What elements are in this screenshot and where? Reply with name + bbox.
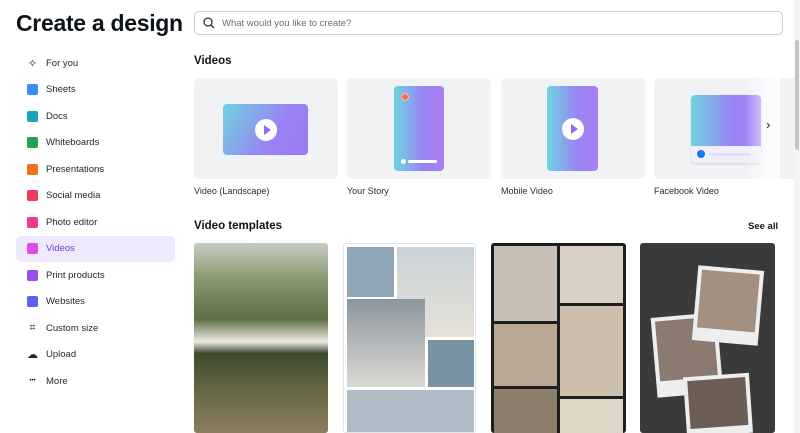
template-thumbnail[interactable] bbox=[343, 243, 476, 433]
sidebar-item-sheets[interactable]: Sheets bbox=[16, 77, 175, 104]
sidebar-item-label: Websites bbox=[46, 296, 85, 308]
video-templates-heading: Video templates bbox=[194, 220, 282, 232]
sidebar: ✧ For you Sheets Docs Whiteboards Presentatio… bbox=[16, 50, 175, 395]
crop-icon: ⌗ bbox=[29, 321, 36, 334]
card-label: Video (Landscape) bbox=[194, 186, 270, 196]
your-story-card[interactable] bbox=[347, 78, 491, 179]
search-placeholder: What would you like to create? bbox=[222, 17, 352, 29]
heart-icon bbox=[27, 190, 38, 202]
sidebar-item-social-media[interactable]: Social media bbox=[16, 183, 175, 210]
sidebar-item-label: Whiteboards bbox=[46, 137, 100, 149]
sidebar-item-custom-size[interactable]: ⌗ Custom size bbox=[16, 315, 175, 342]
search-icon bbox=[203, 17, 215, 29]
presentation-icon bbox=[27, 163, 38, 175]
sidebar-item-whiteboards[interactable]: Whiteboards bbox=[16, 130, 175, 157]
cloud-upload-icon: ☁ bbox=[27, 349, 38, 362]
template-thumbnail[interactable] bbox=[491, 243, 626, 433]
play-icon bbox=[561, 117, 584, 140]
chevron-right-icon[interactable]: › bbox=[766, 117, 770, 132]
sidebar-item-label: Presentations bbox=[46, 163, 105, 175]
more-icon: ••• bbox=[29, 378, 36, 385]
instagram-icon bbox=[401, 93, 409, 101]
sparkle-icon: ✧ bbox=[27, 57, 38, 70]
search-input[interactable]: What would you like to create? bbox=[194, 11, 783, 35]
sidebar-item-upload[interactable]: ☁ Upload bbox=[16, 342, 175, 369]
template-thumbnail[interactable] bbox=[194, 243, 328, 433]
whiteboard-icon bbox=[27, 137, 38, 149]
see-all-link[interactable]: See all bbox=[748, 221, 778, 232]
sidebar-item-label: Social media bbox=[46, 190, 101, 202]
sidebar-item-for-you[interactable]: ✧ For you bbox=[16, 50, 175, 77]
printer-icon bbox=[27, 269, 38, 281]
sidebar-item-label: More bbox=[46, 375, 68, 387]
video-icon bbox=[27, 243, 38, 255]
carousel-fade bbox=[745, 78, 780, 179]
sidebar-item-label: Custom size bbox=[46, 322, 99, 334]
sidebar-item-presentations[interactable]: Presentations bbox=[16, 156, 175, 183]
docs-icon bbox=[27, 110, 38, 122]
card-label: Facebook Video bbox=[654, 186, 719, 196]
page-title: Create a design bbox=[16, 10, 183, 36]
website-icon bbox=[27, 296, 38, 308]
sidebar-item-label: Print products bbox=[46, 269, 105, 281]
mobile-video-card[interactable] bbox=[501, 78, 645, 179]
sidebar-item-label: For you bbox=[46, 57, 79, 69]
sidebar-item-label: Docs bbox=[46, 110, 68, 122]
sidebar-item-more[interactable]: ••• More bbox=[16, 368, 175, 395]
facebook-icon bbox=[697, 150, 705, 158]
card-label: Your Story bbox=[347, 186, 389, 196]
camera-icon bbox=[27, 216, 38, 228]
play-icon bbox=[254, 118, 277, 141]
scrollbar[interactable] bbox=[794, 0, 800, 433]
template-thumbnail[interactable] bbox=[640, 243, 775, 433]
sidebar-item-label: Videos bbox=[46, 243, 75, 255]
sidebar-item-label: Photo editor bbox=[46, 216, 98, 228]
sidebar-item-videos[interactable]: Videos bbox=[16, 235, 175, 262]
sidebar-item-label: Upload bbox=[46, 349, 77, 361]
sidebar-item-photo-editor[interactable]: Photo editor bbox=[16, 209, 175, 236]
videos-heading: Videos bbox=[194, 55, 232, 67]
sheets-icon bbox=[27, 84, 38, 96]
sidebar-item-docs[interactable]: Docs bbox=[16, 103, 175, 130]
sidebar-item-print-products[interactable]: Print products bbox=[16, 262, 175, 289]
sidebar-item-websites[interactable]: Websites bbox=[16, 289, 175, 316]
card-label: Mobile Video bbox=[501, 186, 553, 196]
sidebar-item-label: Sheets bbox=[46, 84, 76, 96]
video-landscape-card[interactable] bbox=[194, 78, 338, 179]
